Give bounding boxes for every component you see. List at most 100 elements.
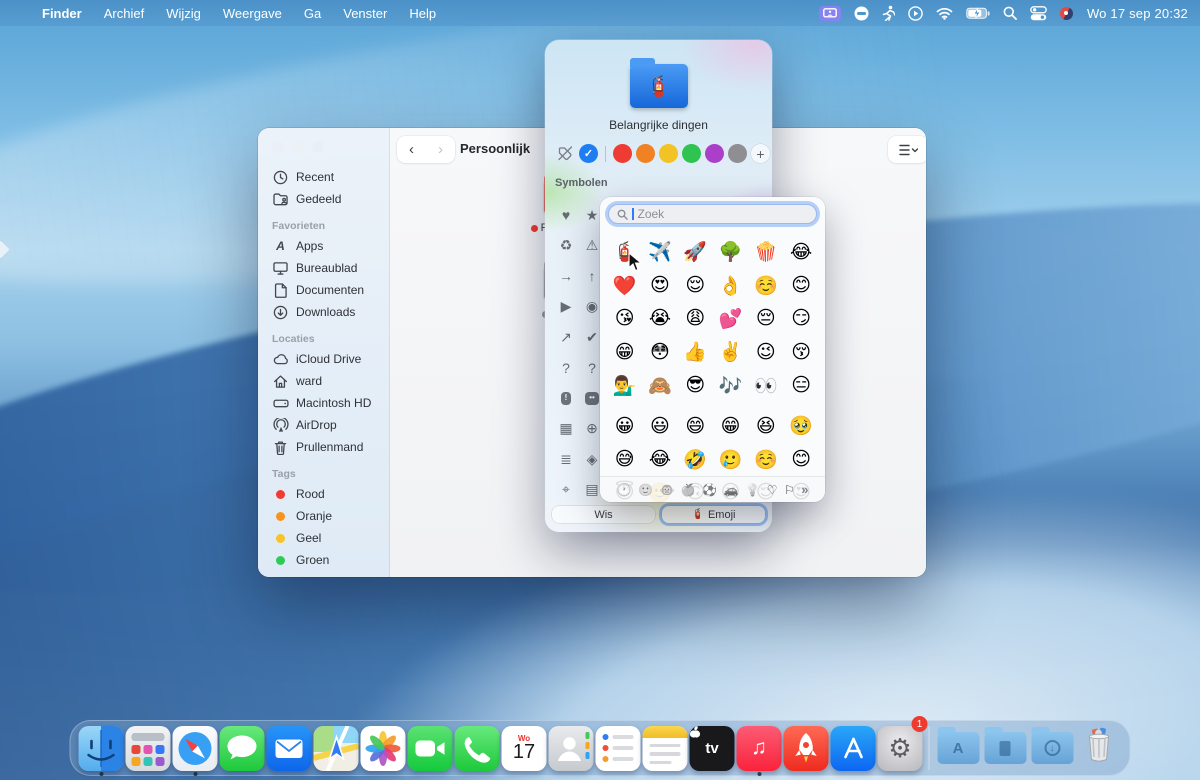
menu-archief[interactable]: Archief bbox=[94, 4, 154, 23]
emoji-cell[interactable]: ☺️ bbox=[748, 442, 783, 475]
sidebar-item-downloads[interactable]: Downloads bbox=[268, 301, 383, 323]
emoji-cell[interactable]: 🌳 bbox=[713, 235, 748, 268]
emoji-cell[interactable]: 👍 bbox=[678, 335, 713, 368]
spotlight-icon[interactable] bbox=[1003, 6, 1017, 20]
symbol-grid-icon[interactable]: ▦ bbox=[553, 414, 579, 445]
emoji-cell[interactable]: 😚 bbox=[783, 335, 818, 368]
symbol-play-icon[interactable]: ▶ bbox=[553, 292, 579, 323]
emoji-cell[interactable]: ❤️ bbox=[607, 268, 642, 301]
menu-finder[interactable]: Finder bbox=[32, 4, 92, 23]
emoji-cell[interactable]: 👀 bbox=[748, 369, 783, 402]
emoji-cell[interactable]: 💁‍♂️ bbox=[607, 369, 642, 402]
color-swatch-4[interactable] bbox=[682, 144, 701, 163]
category-symbols-icon[interactable]: ♡ bbox=[767, 483, 778, 497]
sidebar-item-recent[interactable]: Recent bbox=[268, 166, 383, 188]
category-flags-icon[interactable]: ⚐ bbox=[784, 483, 795, 497]
sidebar-item-geel[interactable]: Geel bbox=[268, 527, 383, 549]
sidebar-item-bureaublad[interactable]: Bureaublad bbox=[268, 257, 383, 279]
symbol-exclamation-bubble-icon[interactable]: ! bbox=[553, 383, 579, 414]
emoji-cell[interactable]: ✈️ bbox=[642, 235, 677, 268]
dock-mail-icon[interactable] bbox=[266, 720, 313, 776]
symbol-send-icon[interactable]: ↗ bbox=[553, 322, 579, 353]
dock-safari-icon[interactable] bbox=[172, 720, 219, 776]
emoji-cell[interactable]: 👌 bbox=[713, 268, 748, 301]
screen-mirroring-icon[interactable] bbox=[819, 6, 841, 21]
sidebar-item-gedeeld[interactable]: Gedeeld bbox=[268, 188, 383, 210]
activity-icon[interactable] bbox=[882, 5, 895, 21]
emoji-cell[interactable]: 😊 bbox=[783, 442, 818, 475]
wifi-icon[interactable] bbox=[936, 7, 953, 20]
sidebar-item-ward[interactable]: ward bbox=[268, 370, 383, 392]
emoji-cell[interactable]: 🍿 bbox=[748, 235, 783, 268]
category-smileys-icon[interactable]: 🙂 bbox=[638, 483, 653, 497]
emoji-cell[interactable]: 😃 bbox=[642, 409, 677, 442]
control-center-icon[interactable] bbox=[1030, 6, 1047, 21]
sidebar-item-macintosh-hd[interactable]: Macintosh HD bbox=[268, 392, 383, 414]
clear-button[interactable]: Wis bbox=[552, 506, 655, 523]
tag-remove-icon[interactable] bbox=[556, 144, 575, 163]
emoji-cell[interactable]: 🚀 bbox=[678, 235, 713, 268]
menu-ga[interactable]: Ga bbox=[294, 4, 331, 23]
view-options-button[interactable] bbox=[888, 136, 926, 163]
emoji-cell[interactable]: ✌️ bbox=[713, 335, 748, 368]
symbol-recycle-icon[interactable]: ♻ bbox=[553, 231, 579, 262]
emoji-cell[interactable]: 😌 bbox=[678, 268, 713, 301]
emoji-cell[interactable]: 😀 bbox=[607, 409, 642, 442]
category-food-icon[interactable]: 🍏 bbox=[681, 483, 696, 497]
app-indicator-icon[interactable] bbox=[1060, 7, 1073, 20]
color-swatch-1[interactable] bbox=[613, 144, 632, 163]
category-more-icon[interactable]: » bbox=[801, 482, 808, 497]
category-animals-icon[interactable]: 🐵 bbox=[659, 483, 674, 497]
emoji-cell[interactable]: 🙈 bbox=[642, 369, 677, 402]
emoji-cell[interactable]: 😂 bbox=[783, 235, 818, 268]
emoji-cell[interactable]: 😎 bbox=[678, 369, 713, 402]
menu-venster[interactable]: Venster bbox=[333, 4, 397, 23]
symbol-sliders-icon[interactable]: ≣ bbox=[553, 444, 579, 475]
dock-launchpad-icon[interactable] bbox=[125, 720, 172, 776]
emoji-cell[interactable]: 😉 bbox=[748, 335, 783, 368]
symbol-arrow-right-icon[interactable]: → bbox=[553, 261, 579, 292]
emoji-cell[interactable]: 🥹 bbox=[783, 409, 818, 442]
forward-button[interactable]: › bbox=[438, 142, 443, 157]
emoji-cell[interactable]: 😄 bbox=[678, 409, 713, 442]
sidebar-item-groen[interactable]: Groen bbox=[268, 549, 383, 571]
dock-calendar-icon[interactable]: Wo17 bbox=[501, 720, 548, 776]
emoji-cell[interactable]: 😭 bbox=[642, 302, 677, 335]
color-swatch-2[interactable] bbox=[636, 144, 655, 163]
dock-documents-folder[interactable] bbox=[982, 720, 1029, 776]
dock-messages-icon[interactable] bbox=[219, 720, 266, 776]
sidebar-item-icloud-drive[interactable]: iCloud Drive bbox=[268, 348, 383, 370]
menu-weergave[interactable]: Weergave bbox=[213, 4, 292, 23]
color-swatch-6[interactable] bbox=[728, 144, 747, 163]
color-swatch-5[interactable] bbox=[705, 144, 724, 163]
emoji-cell[interactable]: 😩 bbox=[678, 302, 713, 335]
emoji-cell[interactable]: ☺️ bbox=[748, 268, 783, 301]
emoji-cell[interactable]: 😑 bbox=[783, 369, 818, 402]
battery-charging-icon[interactable] bbox=[966, 7, 990, 20]
dock-rocket-icon[interactable] bbox=[783, 720, 830, 776]
menu-wijzig[interactable]: Wijzig bbox=[156, 4, 211, 23]
dock-apps-folder[interactable]: A bbox=[935, 720, 982, 776]
symbol-compass-icon[interactable]: ⌖ bbox=[553, 475, 579, 506]
sidebar-item-prullenmand[interactable]: Prullenmand bbox=[268, 436, 383, 458]
category-activity-icon[interactable]: ⚽ bbox=[702, 483, 717, 497]
dock-maps-icon[interactable] bbox=[313, 720, 360, 776]
menu-bar-clock[interactable]: Wo 17 sep 20:32 bbox=[1087, 6, 1188, 21]
dock-notes-icon[interactable] bbox=[642, 720, 689, 776]
color-swatch-selected[interactable]: ✓ bbox=[579, 144, 598, 163]
back-button[interactable]: ‹ bbox=[409, 142, 414, 157]
category-travel-icon[interactable]: 🚗 bbox=[724, 483, 739, 497]
dock-downloads-folder[interactable]: ↓ bbox=[1029, 720, 1076, 776]
dock-photos-icon[interactable] bbox=[360, 720, 407, 776]
dock-music-icon[interactable]: ♫ bbox=[736, 720, 783, 776]
emoji-cell[interactable]: 😳 bbox=[642, 335, 677, 368]
emoji-cell[interactable]: 😁 bbox=[607, 335, 642, 368]
emoji-cell[interactable]: 🥲 bbox=[713, 442, 748, 475]
sidebar-item-rood[interactable]: Rood bbox=[268, 483, 383, 505]
color-swatch-3[interactable] bbox=[659, 144, 678, 163]
emoji-cell[interactable]: 😂 bbox=[642, 442, 677, 475]
dock-facetime-icon[interactable] bbox=[407, 720, 454, 776]
symbol-question-icon[interactable]: ? bbox=[553, 353, 579, 384]
emoji-cell[interactable]: 😆 bbox=[748, 409, 783, 442]
focus-icon[interactable] bbox=[854, 6, 869, 21]
